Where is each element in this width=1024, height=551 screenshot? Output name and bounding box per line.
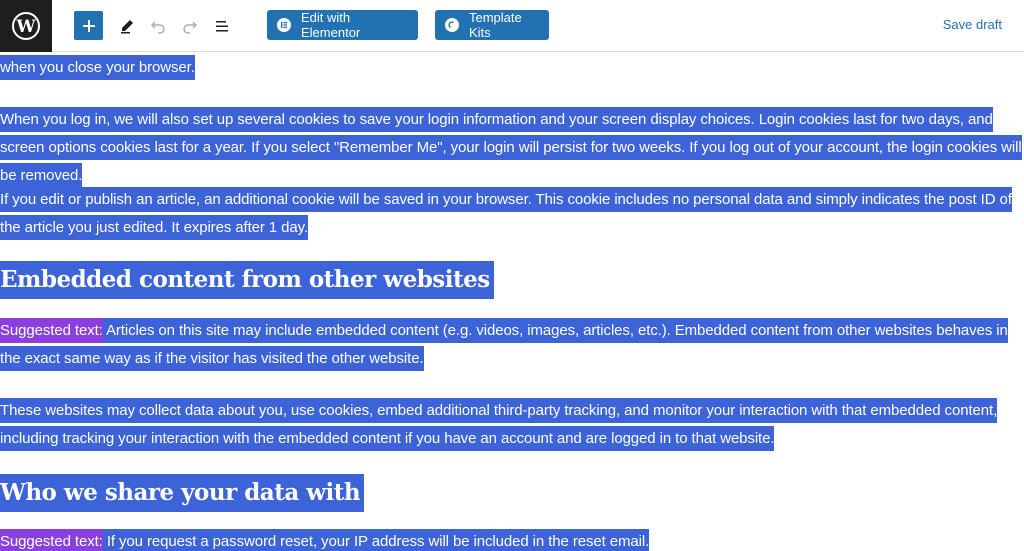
svg-text:W: W	[15, 17, 36, 37]
redo-button[interactable]	[175, 11, 205, 41]
edit-with-elementor-label: Edit with Elementor	[301, 10, 361, 40]
suggested-text-label: Suggested text:	[0, 529, 103, 551]
paragraph-text: Articles on this site may include embedd…	[0, 318, 1008, 371]
paragraph[interactable]: when you close your browser.	[0, 54, 1024, 82]
list-view-icon	[216, 21, 228, 32]
paragraph[interactable]: If you edit or publish an article, an ad…	[0, 186, 1024, 242]
paragraph-text: If you request a password reset, your IP…	[102, 529, 649, 551]
wordpress-logo-icon[interactable]: W	[0, 0, 52, 52]
heading-text: Embedded content from other websites	[0, 261, 494, 299]
elementor-icon	[277, 18, 291, 32]
suggested-text-label: Suggested text:	[0, 318, 103, 343]
undo-icon	[150, 21, 165, 34]
plus-icon	[82, 19, 95, 32]
tools-button[interactable]	[112, 11, 142, 41]
heading-text: Who we share your data with	[0, 474, 365, 512]
template-kits-button[interactable]: Template Kits	[435, 10, 549, 40]
paragraph-text: when you close your browser.	[0, 55, 195, 80]
heading[interactable]: Who we share your data with	[0, 474, 365, 512]
editor-content: when you close your browser. When you lo…	[0, 53, 1024, 551]
undo-button[interactable]	[143, 11, 173, 41]
list-view-button[interactable]	[207, 11, 237, 41]
template-kits-label: Template Kits	[469, 10, 522, 40]
edit-with-elementor-button[interactable]: Edit with Elementor	[267, 10, 418, 40]
template-kits-icon	[445, 18, 459, 32]
heading[interactable]: Embedded content from other websites	[0, 261, 494, 299]
save-draft-button[interactable]: Save draft	[943, 17, 1002, 32]
paragraph[interactable]: These websites may collect data about yo…	[0, 397, 1024, 453]
paragraph[interactable]: Suggested text: Articles on this site ma…	[0, 317, 1024, 373]
paragraph-text: When you log in, we will also set up sev…	[0, 107, 1022, 188]
paragraph-text: These websites may collect data about yo…	[0, 398, 997, 451]
pencil-icon	[121, 20, 133, 34]
editor-toolbar: W Edit with Elementor Template Kits Save…	[0, 0, 1024, 52]
redo-icon	[183, 21, 198, 34]
add-block-button[interactable]	[74, 11, 103, 40]
paragraph[interactable]: Suggested text: If you request a passwor…	[0, 528, 1024, 551]
paragraph[interactable]: When you log in, we will also set up sev…	[0, 106, 1024, 190]
paragraph-text: If you edit or publish an article, an ad…	[0, 187, 1012, 240]
